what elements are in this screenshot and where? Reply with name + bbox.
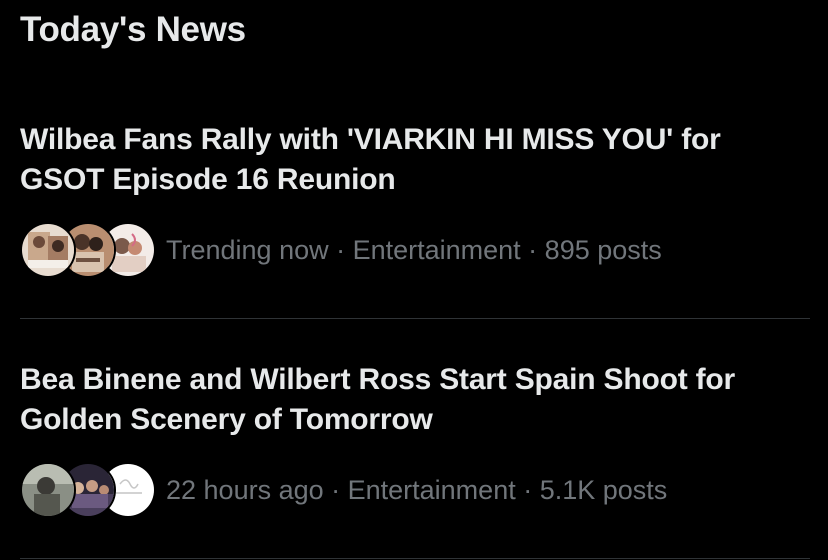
divider bbox=[20, 558, 810, 559]
avatar-stack bbox=[20, 222, 156, 278]
news-meta-row: Trending now · Entertainment · 895 posts bbox=[20, 222, 810, 278]
news-meta-row: 22 hours ago · Entertainment · 5.1K post… bbox=[20, 462, 810, 518]
avatar-stack bbox=[20, 462, 156, 518]
avatar bbox=[20, 222, 76, 278]
news-meta: Trending now · Entertainment · 895 posts bbox=[166, 235, 662, 265]
news-headline[interactable]: Wilbea Fans Rally with 'VIARKIN HI MISS … bbox=[20, 120, 810, 200]
news-meta: 22 hours ago · Entertainment · 5.1K post… bbox=[166, 475, 668, 505]
divider bbox=[20, 318, 810, 319]
section-title: Today's News bbox=[20, 10, 246, 49]
news-headline[interactable]: Bea Binene and Wilbert Ross Start Spain … bbox=[20, 360, 810, 440]
avatar bbox=[20, 462, 76, 518]
